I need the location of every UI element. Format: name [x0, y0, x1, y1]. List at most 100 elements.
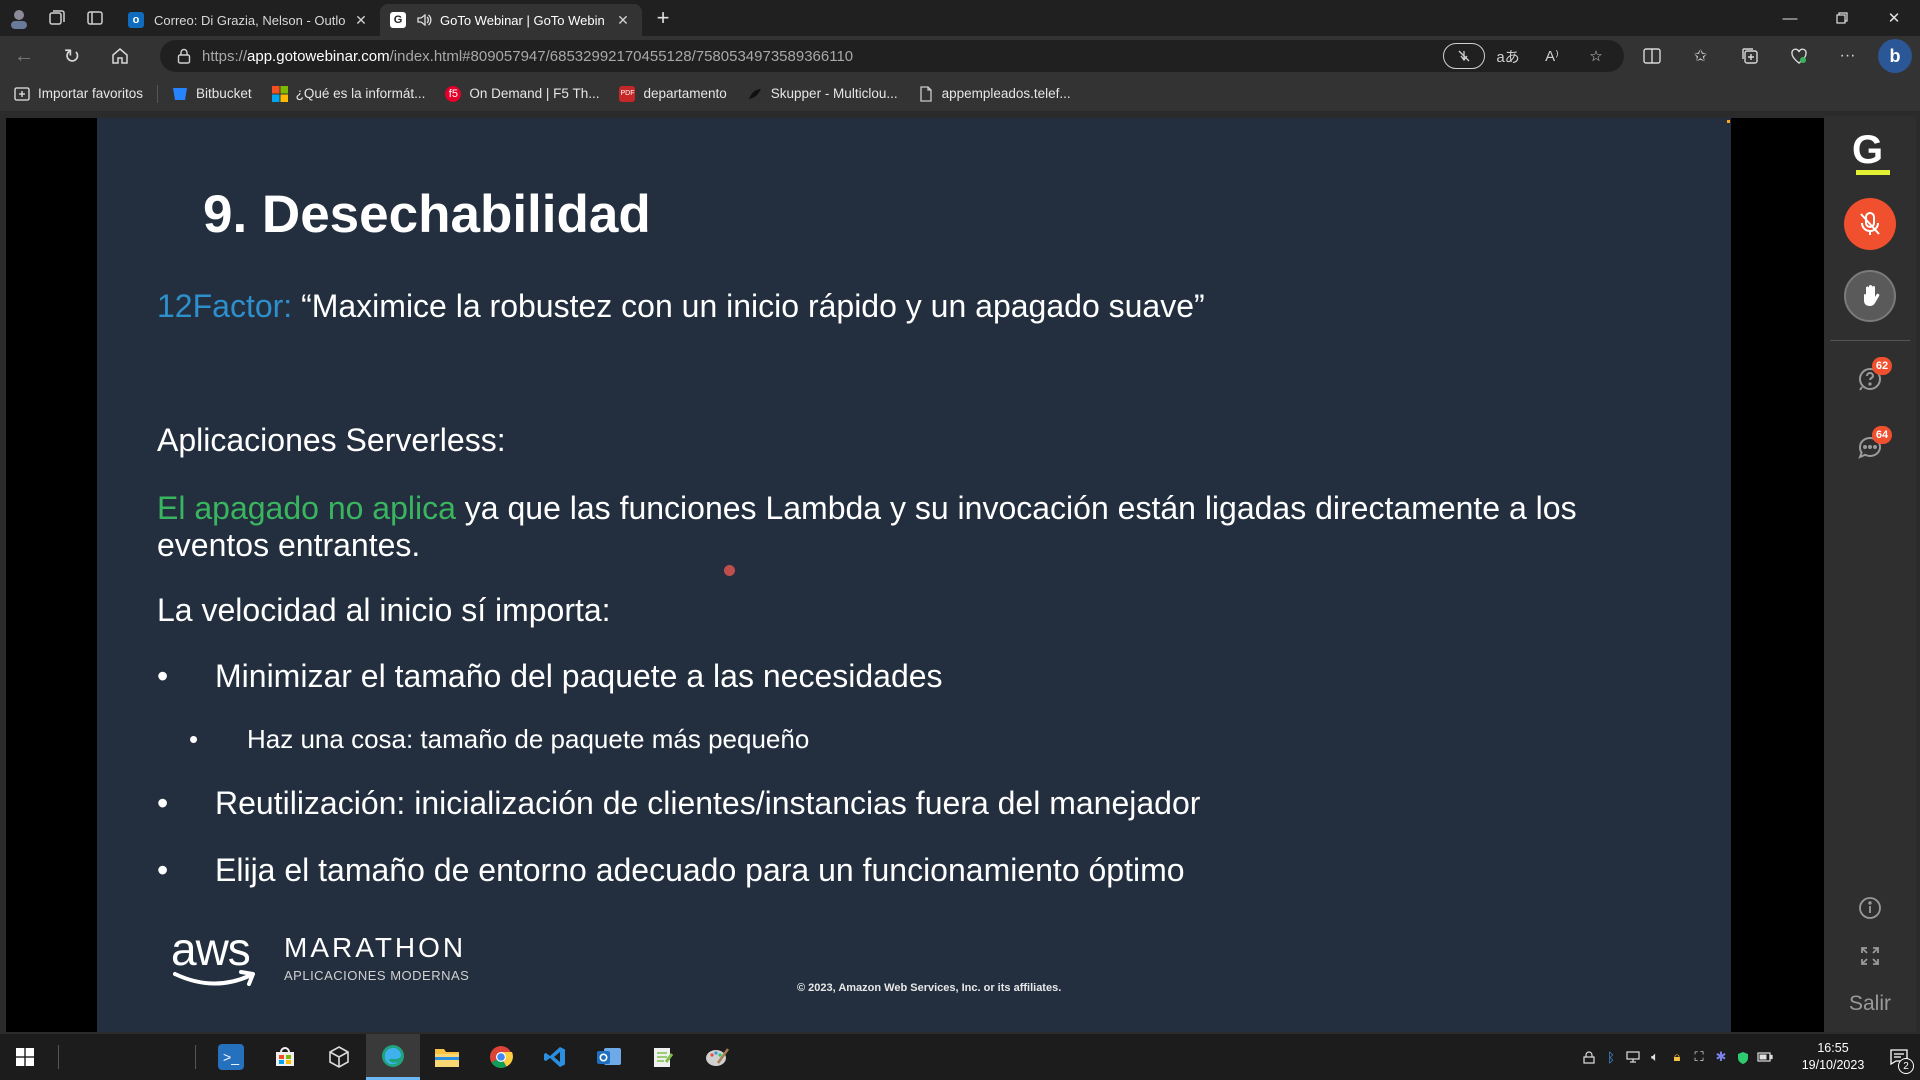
translate-icon[interactable]: aあ — [1486, 40, 1530, 72]
home-icon[interactable] — [96, 36, 144, 76]
raise-hand-button[interactable] — [1844, 270, 1896, 322]
slide-title: 9. Desechabilidad — [203, 185, 651, 244]
virtualbox-icon[interactable] — [312, 1034, 366, 1080]
chat-icon[interactable]: 64 — [1852, 426, 1892, 466]
quote-text: “Maximice la robustez con un inicio rápi… — [292, 288, 1205, 324]
more-options-icon[interactable]: ··· — [1823, 36, 1872, 76]
read-aloud-icon[interactable]: A⁾ — [1530, 40, 1574, 72]
microsoft-icon — [271, 85, 288, 102]
windows-start-icon[interactable] — [0, 1034, 50, 1080]
sidebar-divider — [1830, 340, 1910, 341]
bookmark-label: departamento — [643, 86, 727, 101]
volume-icon[interactable]: 🔈︎ — [1644, 1034, 1666, 1080]
workspaces-icon[interactable] — [38, 0, 76, 36]
serverless-heading: Aplicaciones Serverless: — [157, 422, 506, 458]
minimize-icon[interactable]: — — [1764, 0, 1816, 36]
defender-icon[interactable] — [1732, 1034, 1754, 1080]
close-window-icon[interactable]: ✕ — [1868, 0, 1920, 36]
tab-outlook[interactable]: o Correo: Di Grazia, Nelson - Outlo ✕ — [118, 4, 380, 36]
bookmark-f5[interactable]: f5 On Demand | F5 Th... — [445, 85, 599, 102]
tab-actions-icon[interactable] — [76, 0, 114, 36]
skupper-icon — [747, 86, 763, 102]
speaker-icon[interactable] — [416, 12, 432, 28]
address-bar-actions: aあ A⁾ ☆ — [1442, 40, 1618, 72]
notification-count-badge: 2 — [1898, 1058, 1914, 1074]
bookmark-import[interactable]: Importar favoritos — [14, 86, 143, 102]
chat-count-badge: 64 — [1872, 426, 1892, 444]
chrome-icon[interactable] — [474, 1034, 528, 1080]
screen-capture-icon[interactable]: ⛶ — [1688, 1034, 1710, 1080]
lock-icon[interactable] — [166, 48, 202, 64]
quote-prefix: 12Factor: — [157, 288, 293, 324]
vscode-icon[interactable] — [528, 1034, 582, 1080]
browser-essentials-icon[interactable] — [1774, 36, 1823, 76]
bookmark-microsoft[interactable]: ¿Qué es la informát... — [271, 85, 426, 102]
close-tab-icon[interactable]: ✕ — [614, 11, 632, 29]
bullet-text: Minimizar el tamaño del paquete a las ne… — [215, 658, 943, 694]
notifications-icon[interactable]: 2 — [1878, 1034, 1920, 1080]
bookmarks-bar: Importar favoritos Bitbucket ¿Qué es la … — [0, 76, 1920, 112]
favorites-icon[interactable]: ✩ — [1676, 36, 1725, 76]
bookmark-departamento[interactable]: PDF departamento — [619, 85, 727, 102]
teams-icon[interactable]: ✱ — [1710, 1034, 1732, 1080]
questions-icon[interactable]: 62 — [1852, 357, 1892, 397]
taskbar-separator — [195, 1045, 196, 1069]
security-icon[interactable]: 🔒︎ — [1666, 1034, 1688, 1080]
bullet-item: • Minimizar el tamaño del paquete a las … — [157, 658, 943, 695]
bullet-item: • Reutilización: inicialización de clien… — [157, 785, 1200, 822]
info-icon[interactable] — [1852, 890, 1888, 926]
address-bar[interactable]: https://app.gotowebinar.com/index.html#8… — [160, 40, 1624, 72]
marathon-title: MARATHON — [284, 932, 467, 963]
exit-button[interactable]: Salir — [1824, 992, 1916, 1016]
tab-title: GoTo Webinar | GoTo Webin — [440, 12, 605, 28]
file-explorer-icon[interactable] — [420, 1034, 474, 1080]
paint-icon[interactable] — [690, 1034, 744, 1080]
questions-count-badge: 62 — [1872, 357, 1892, 375]
collections-icon[interactable] — [1725, 36, 1774, 76]
browser-toolbar: ← ↻ https://app.gotowebinar.com/index.ht… — [0, 36, 1920, 76]
split-screen-icon[interactable] — [1627, 36, 1676, 76]
tab-gotowebinar[interactable]: G GoTo Webinar | GoTo Webin ✕ — [380, 4, 642, 36]
startup-heading: La velocidad al inicio sí importa: — [157, 592, 611, 628]
outlook-desktop-icon[interactable] — [582, 1034, 636, 1080]
bullet-dot: • — [189, 724, 199, 754]
sub-bullet-item: • Haz una cosa: tamaño de paquete más pe… — [189, 724, 809, 755]
marathon-subtitle: APLICACIONES MODERNAS — [284, 968, 470, 983]
bookmark-bitbucket[interactable]: Bitbucket — [172, 86, 252, 102]
bookmark-label: ¿Qué es la informát... — [295, 86, 426, 101]
new-tab-plus-icon[interactable]: + — [646, 2, 680, 34]
taskbar-clock[interactable]: 16:55 19/10/2023 — [1788, 1040, 1878, 1074]
store-icon[interactable] — [258, 1034, 312, 1080]
bookmark-label: Skupper - Multiclou... — [770, 86, 898, 101]
slide-quote: 12Factor: “Maximice la robustez con un i… — [157, 288, 1205, 325]
system-tray: ᛒ 🔈︎ 🔒︎ ⛶ ✱ 16:55 19/10/2023 2 — [1578, 1034, 1920, 1080]
bookmark-skupper[interactable]: Skupper - Multiclou... — [747, 86, 898, 102]
battery-icon[interactable] — [1754, 1034, 1776, 1080]
favorite-star-icon[interactable]: ☆ — [1574, 40, 1618, 72]
marathon-logo: MARATHON APLICACIONES MODERNAS — [284, 932, 469, 983]
toolbar-right: ✩ ··· b — [1627, 36, 1920, 76]
bookmark-appempleados[interactable]: appempleados.telef... — [918, 85, 1071, 102]
profile-avatar-icon[interactable] — [0, 0, 38, 36]
powershell-icon[interactable]: >_ — [204, 1034, 258, 1080]
edge-icon[interactable] — [366, 1034, 420, 1080]
restore-icon[interactable] — [1816, 0, 1868, 36]
refresh-icon[interactable]: ↻ — [48, 36, 96, 76]
presentation-slide: 9. Desechabilidad 12Factor: “Maximice la… — [97, 118, 1731, 1032]
network-icon[interactable] — [1622, 1034, 1644, 1080]
shutdown-paragraph: El apagado no aplica ya que las funcione… — [157, 490, 1677, 564]
notepad-plus-icon[interactable] — [636, 1034, 690, 1080]
fullscreen-expand-icon[interactable] — [1852, 938, 1888, 974]
bing-copilot-icon[interactable]: b — [1878, 39, 1912, 73]
close-tab-icon[interactable]: ✕ — [352, 11, 370, 29]
aws-smile-icon — [173, 970, 255, 986]
bullet-dot: • — [157, 785, 169, 821]
microphone-button[interactable] — [1844, 198, 1896, 250]
tracking-prevention-icon[interactable] — [1442, 40, 1486, 72]
vpn-lock-icon[interactable] — [1578, 1034, 1600, 1080]
bluetooth-icon[interactable]: ᛒ — [1600, 1034, 1622, 1080]
back-arrow-icon[interactable]: ← — [0, 36, 48, 76]
bookmark-separator — [157, 84, 159, 103]
bullet-text: Haz una cosa: tamaño de paquete más pequ… — [247, 724, 810, 754]
bullet-dot: • — [157, 658, 169, 694]
